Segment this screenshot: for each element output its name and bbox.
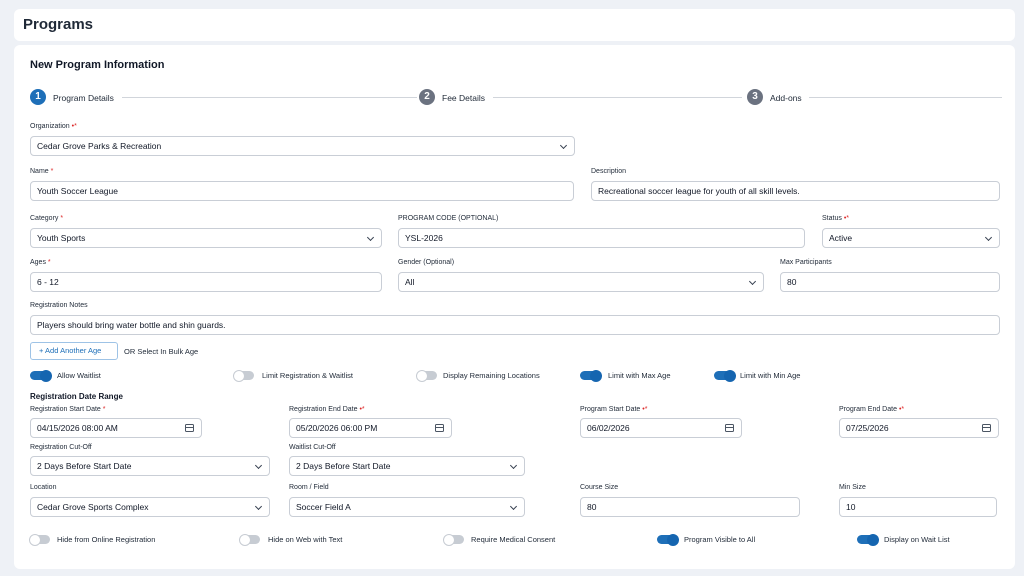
min-size-label: Min Size [839,484,866,491]
display-wait-list-toggle[interactable] [857,533,879,546]
hide-web-text-label: Hide on Web with Text [268,535,343,544]
reg-start-label: Registration Start Date * [30,406,106,413]
calendar-icon[interactable] [185,424,194,432]
step-3-number[interactable]: 3 [747,89,763,105]
reg-start-datetime-input[interactable]: 04/15/2026 08:00 AM [30,418,202,438]
gender-select[interactable]: All [398,272,764,292]
ages-label: Ages * [30,259,51,266]
program-visible-label: Program Visible to All [684,535,756,544]
reg-end-datetime-input[interactable]: 05/20/2026 06:00 PM [289,418,452,438]
chevron-down-icon [509,461,518,470]
calendar-icon[interactable] [982,424,991,432]
category-label: Category * [30,215,64,222]
location-select[interactable]: Cedar Grove Sports Complex [30,497,270,517]
location-label: Location [30,484,57,491]
step-2-label[interactable]: Fee Details [442,93,485,103]
max-participants-input[interactable]: 80 [780,272,1000,292]
step-connector [493,97,742,98]
program-code-label: PROGRAM CODE (OPTIONAL) [398,215,499,222]
room-field-label: Room / Field [289,484,329,491]
limit-registration-toggle[interactable] [233,369,254,382]
program-form-card: New Program Information 1 Program Detail… [14,45,1015,569]
add-another-age-button[interactable]: + Add Another Age [30,342,118,360]
reg-cutoff-select[interactable]: 2 Days Before Start Date [30,456,270,476]
description-input[interactable]: Recreational soccer league for youth of … [591,181,1000,201]
step-2-number[interactable]: 2 [419,89,435,105]
limit-min-age-label: Limit with Min Age [740,371,801,380]
page-header: Programs [14,9,1015,41]
chevron-down-icon [509,502,518,511]
limit-max-age-toggle[interactable] [580,369,602,382]
course-size-input[interactable]: 80 [580,497,800,517]
max-participants-label: Max Participants [780,259,832,266]
name-label: Name * [30,168,54,175]
chevron-down-icon [984,233,993,242]
chevron-down-icon [254,461,263,470]
step-3-label[interactable]: Add-ons [770,93,802,103]
step-1-number[interactable]: 1 [30,89,46,105]
calendar-icon[interactable] [725,424,734,432]
program-code-input[interactable]: YSL-2026 [398,228,805,248]
page-title: Programs [23,16,94,33]
prog-start-label: Program Start Date •* [580,406,648,413]
step-connector [809,97,1002,98]
limit-max-age-label: Limit with Max Age [608,371,671,380]
name-input[interactable]: Youth Soccer League [30,181,574,201]
chevron-down-icon [366,233,375,242]
room-field-select[interactable]: Soccer Field A [289,497,525,517]
prog-start-date-input[interactable]: 06/02/2026 [580,418,742,438]
gender-label: Gender (Optional) [398,259,455,266]
medical-consent-toggle[interactable] [443,533,464,546]
step-connector [122,97,417,98]
limit-registration-label: Limit Registration & Waitlist [262,371,353,380]
step-1-label[interactable]: Program Details [53,93,114,103]
category-select[interactable]: Youth Sports [30,228,382,248]
allow-waitlist-label: Allow Waitlist [57,371,101,380]
prog-end-date-input[interactable]: 07/25/2026 [839,418,999,438]
bulk-age-link[interactable]: OR Select In Bulk Age [124,347,198,356]
organization-label: Organization •* [30,123,77,130]
hide-web-text-toggle[interactable] [239,533,260,546]
chevron-down-icon [748,277,757,286]
waitlist-cutoff-select[interactable]: 2 Days Before Start Date [289,456,525,476]
reg-cutoff-label: Registration Cut-Off [30,444,92,451]
status-label: Status •* [822,215,849,222]
reg-end-label: Registration End Date •* [289,406,365,413]
hide-online-registration-label: Hide from Online Registration [57,535,156,544]
chevron-down-icon [559,141,568,150]
ages-input[interactable]: 6 - 12 [30,272,382,292]
calendar-icon[interactable] [435,424,444,432]
medical-consent-label: Require Medical Consent [471,535,556,544]
description-label: Description [591,168,627,175]
registration-notes-input[interactable]: Players should bring water bottle and sh… [30,315,1000,335]
chevron-down-icon [254,502,263,511]
organization-select[interactable]: Cedar Grove Parks & Recreation [30,136,575,156]
status-select[interactable]: Active [822,228,1000,248]
registration-notes-label: Registration Notes [30,302,88,309]
limit-min-age-toggle[interactable] [714,369,736,382]
card-title: New Program Information [30,59,165,71]
program-visible-toggle[interactable] [657,533,679,546]
date-range-section-title: Registration Date Range [30,392,123,401]
display-wait-list-label: Display on Wait List [884,535,950,544]
allow-waitlist-toggle[interactable] [30,369,52,382]
waitlist-cutoff-label: Waitlist Cut-Off [289,444,336,451]
min-size-input[interactable]: 10 [839,497,997,517]
hide-online-registration-toggle[interactable] [29,533,50,546]
course-size-label: Course Size [580,484,619,491]
display-remaining-toggle[interactable] [416,369,437,382]
prog-end-label: Program End Date •* [839,406,905,413]
display-remaining-label: Display Remaining Locations [443,371,540,380]
